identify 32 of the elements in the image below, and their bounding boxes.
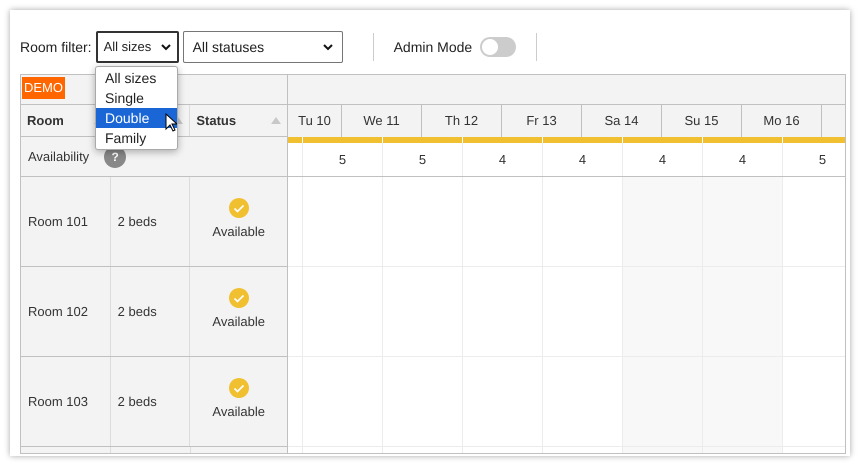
room-size-cell: 2 beds — [110, 357, 190, 446]
availability-count: 4 — [543, 143, 623, 176]
status-text: Available — [212, 313, 265, 332]
availability-label: Availability — [28, 148, 90, 166]
admin-mode-toggle[interactable] — [480, 37, 516, 57]
status-select[interactable]: All statuses — [182, 31, 343, 63]
size-select[interactable]: All sizes — [96, 31, 179, 63]
availability-count: 4 — [623, 143, 703, 176]
availability-count: 5 — [783, 143, 845, 176]
admin-mode-label: Admin Mode — [394, 38, 472, 56]
dropdown-option[interactable]: Single — [96, 88, 177, 108]
dropdown-option[interactable]: All sizes — [96, 68, 177, 88]
room-size-cell: 2 beds — [110, 177, 190, 266]
check-circle-icon — [228, 378, 249, 398]
availability-count: 4 — [463, 143, 543, 176]
status-text: Available — [212, 403, 265, 422]
chevron-down-icon — [160, 44, 171, 50]
room-size-cell: 2 beds — [110, 267, 190, 356]
filter-label: Room filter: — [20, 38, 92, 56]
chevron-down-icon — [322, 44, 333, 50]
check-circle-icon — [228, 198, 249, 218]
room-name-cell: Room 101 — [21, 177, 111, 266]
status-text: Available — [212, 223, 265, 242]
availability-count: 5 — [303, 143, 383, 176]
sort-arrow-icon[interactable] — [270, 117, 281, 124]
availability-count: 4 — [703, 143, 783, 176]
column-header[interactable]: Status — [190, 105, 287, 136]
room-name-cell: Room 103 — [21, 357, 111, 446]
demo-badge: DEMO — [22, 77, 65, 98]
room-name-cell: Room 102 — [21, 267, 111, 356]
check-circle-icon — [228, 288, 249, 308]
availability-count: 5 — [383, 143, 463, 176]
